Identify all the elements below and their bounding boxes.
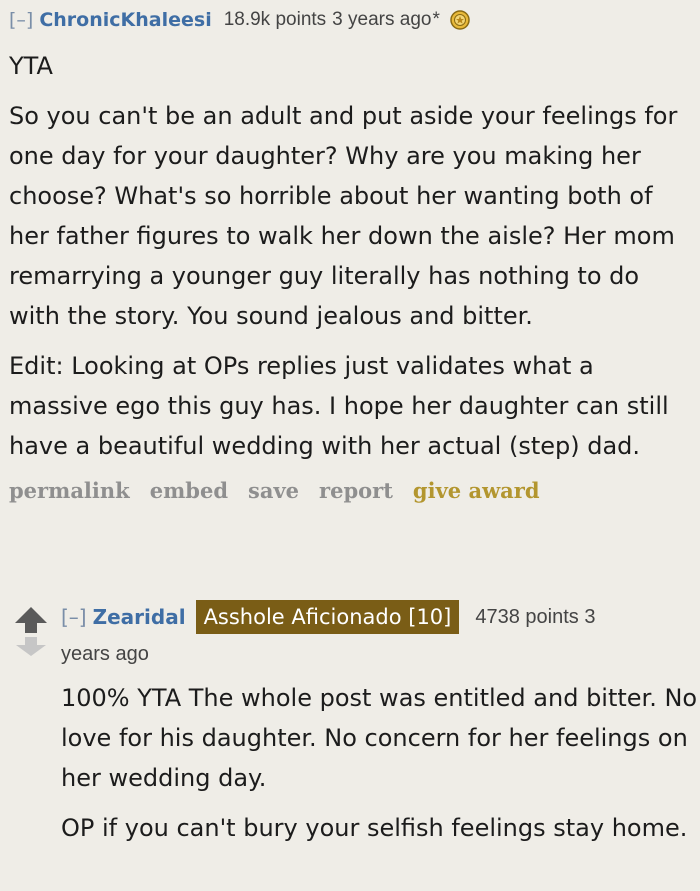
reply-tagline: [–] Zearidal Asshole Aficionado [10] 473… [61, 596, 691, 668]
comment-score: 18.9k points [223, 9, 327, 30]
reply-body: 100% YTA The whole post was entitled and… [61, 678, 700, 848]
comment-tagline: [–] ChronicKhaleesi 18.9k points 3 years… [9, 0, 697, 40]
author-flair: Asshole Aficionado [10] [195, 600, 460, 634]
reply-paragraph: 100% YTA The whole post was entitled and… [61, 684, 698, 792]
give-award-button[interactable]: give award [413, 475, 540, 507]
comment-author[interactable]: ChronicKhaleesi [39, 0, 211, 40]
reply-paragraph: OP if you can't bury your selfish feelin… [61, 814, 688, 842]
reply-time: years ago [61, 643, 149, 665]
comment-paragraph: Edit: Looking at OPs replies just valida… [9, 352, 669, 460]
edited-marker: * [432, 9, 440, 30]
vote-arrows [13, 605, 49, 657]
award-medal-icon[interactable] [449, 9, 471, 31]
comment-action-buttons: permalink embed save report give award [9, 475, 697, 507]
downvote-arrow-icon[interactable] [16, 637, 46, 656]
reply-score: 4738 points 3 [475, 606, 596, 628]
upvote-arrow-icon[interactable] [15, 607, 47, 633]
top-comment: [–] ChronicKhaleesi 18.9k points 3 years… [9, 0, 697, 507]
comment-body: YTA So you can't be an adult and put asi… [9, 46, 697, 466]
collapse-toggle[interactable]: [–] [9, 0, 33, 40]
verdict-text: YTA [9, 52, 53, 80]
embed-button[interactable]: embed [150, 475, 228, 507]
report-button[interactable]: report [319, 475, 393, 507]
permalink-button[interactable]: permalink [9, 475, 130, 507]
comment-paragraph: So you can't be an adult and put aside y… [9, 102, 678, 330]
reply-author[interactable]: Zearidal [93, 599, 186, 635]
save-button[interactable]: save [248, 475, 299, 507]
collapse-toggle[interactable]: [–] [61, 599, 87, 635]
comment-time: 3 years ago [332, 9, 432, 30]
